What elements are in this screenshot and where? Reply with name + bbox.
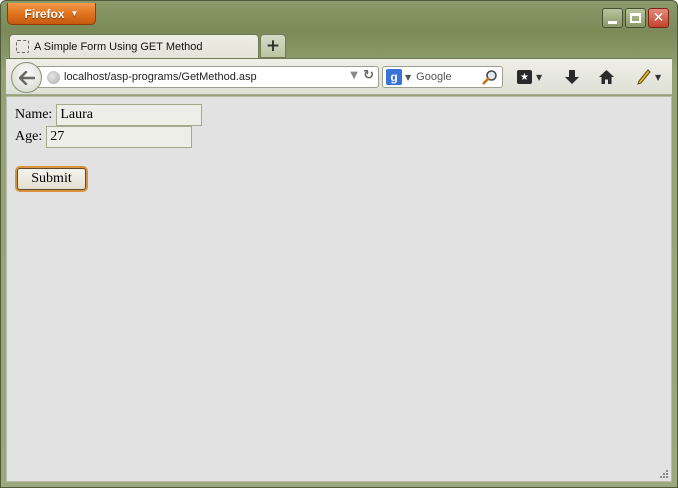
downloads-icon xyxy=(565,70,579,84)
maximize-button[interactable] xyxy=(625,8,646,28)
name-field[interactable]: Laura xyxy=(56,104,203,126)
submit-button[interactable]: Submit xyxy=(17,168,86,190)
name-row: Name: Laura xyxy=(15,104,203,126)
page-content: Name: Laura Age: 27 Submit xyxy=(6,96,672,482)
back-button[interactable] xyxy=(11,62,42,93)
new-tab-button[interactable]: + xyxy=(260,34,286,58)
downloads-button[interactable] xyxy=(564,68,580,86)
close-icon: ✕ xyxy=(652,10,665,26)
minimize-button[interactable] xyxy=(602,8,623,28)
url-text: localhost/asp-programs/GetMethod.asp xyxy=(64,71,257,83)
pencil-icon xyxy=(637,69,651,85)
search-engine-dropdown-icon[interactable]: ▼ xyxy=(405,73,411,82)
bookmarks-icon: ★ xyxy=(517,70,532,84)
back-icon xyxy=(18,70,35,85)
navigation-toolbar: localhost/asp-programs/GetMethod.asp ▼ ↻… xyxy=(6,58,672,95)
tab-active[interactable]: A Simple Form Using GET Method xyxy=(9,34,259,58)
search-icon[interactable] xyxy=(482,69,498,85)
browser-window: Firefox ▼ ✕ A Simple Form Using GET Meth… xyxy=(0,0,678,488)
site-identity-icon xyxy=(47,70,60,84)
plus-icon: + xyxy=(265,36,281,56)
age-field[interactable]: 27 xyxy=(46,126,193,148)
reload-icon[interactable]: ↻ xyxy=(363,68,374,83)
search-bar[interactable]: g ▼ Google xyxy=(382,66,503,88)
minimize-icon xyxy=(608,20,617,24)
firefox-menu-label: Firefox xyxy=(24,6,65,21)
age-label: Age: xyxy=(15,129,43,144)
url-history-dropdown-icon[interactable]: ▼ xyxy=(350,70,358,81)
maximize-icon xyxy=(630,13,641,23)
resize-grip-icon[interactable] xyxy=(658,468,668,478)
web-developer-button[interactable]: ▼ xyxy=(637,68,661,86)
chevron-down-icon: ▼ xyxy=(655,72,662,82)
name-label: Name: xyxy=(15,107,53,122)
search-input[interactable]: Google xyxy=(416,71,451,83)
home-button[interactable] xyxy=(598,68,615,86)
chevron-down-icon: ▼ xyxy=(70,9,79,18)
chevron-down-icon: ▼ xyxy=(536,72,543,82)
page-favicon-icon xyxy=(16,40,29,53)
firefox-menu-button[interactable]: Firefox ▼ xyxy=(7,3,96,25)
close-button[interactable]: ✕ xyxy=(648,8,669,28)
age-row: Age: 27 xyxy=(15,126,193,148)
url-bar[interactable]: localhost/asp-programs/GetMethod.asp ▼ ↻ xyxy=(34,66,379,88)
window-controls: ✕ xyxy=(602,8,669,28)
google-icon[interactable]: g xyxy=(386,69,402,85)
bookmarks-menu-button[interactable]: ★ ▼ xyxy=(517,68,542,86)
home-icon xyxy=(599,70,614,84)
tab-title: A Simple Form Using GET Method xyxy=(34,40,203,53)
